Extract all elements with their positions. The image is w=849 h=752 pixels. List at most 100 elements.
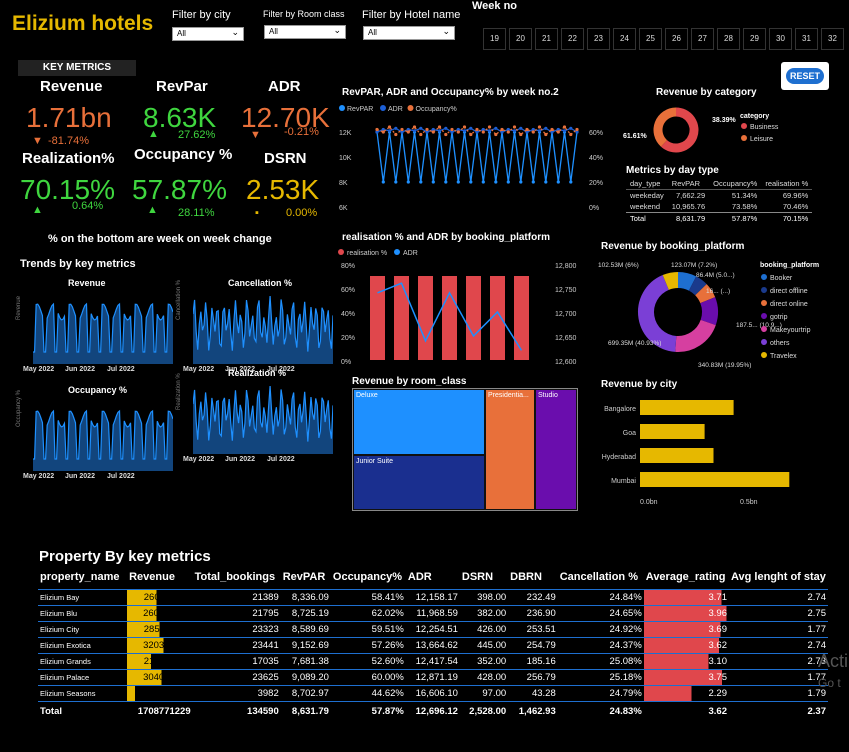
table-cell: 59.51% (330, 621, 406, 638)
week-button-22[interactable]: 22 (561, 28, 584, 50)
legend-label: Leisure (750, 136, 773, 143)
y-tick-right: 12,650 (555, 335, 577, 342)
series-point (519, 126, 523, 130)
y-tick-left: 6K (339, 205, 348, 212)
week-button-29[interactable]: 29 (743, 28, 766, 50)
week-button-27[interactable]: 27 (691, 28, 714, 50)
treemap-cell-2[interactable]: Presidentia... (485, 389, 535, 510)
series-point (419, 180, 423, 184)
legend-label: realisation % (347, 250, 387, 257)
legend-label: Travelex (770, 353, 797, 360)
series-point (437, 129, 442, 133)
series-point (375, 127, 379, 132)
trend-xtick: May 2022 (23, 366, 55, 373)
table-row: Elizium City 285811939 23323 8,589.69 59.51%… (38, 621, 828, 638)
week-button-24[interactable]: 24 (613, 28, 636, 50)
watermark-line-2: Go t (818, 676, 841, 690)
series-point (537, 129, 542, 133)
table-cell: 12,696.12 (415, 706, 458, 717)
bar (442, 276, 457, 360)
column-header[interactable]: Avg lenght of stay (729, 569, 828, 590)
table-cell: 1.79 (728, 685, 828, 702)
room-class-filter-dropdown[interactable]: All ⌄ (264, 25, 346, 39)
bar (640, 424, 705, 439)
series-point (469, 126, 473, 130)
week-button-21[interactable]: 21 (535, 28, 558, 50)
adr-change: -0.21% (284, 126, 319, 138)
table-cell: 1.77 (728, 621, 828, 638)
week-button-26[interactable]: 26 (665, 28, 688, 50)
trend-chart-0 (33, 302, 173, 364)
slice-leisure (653, 107, 677, 147)
series-point (537, 125, 542, 129)
series-point (500, 127, 504, 132)
week-button-23[interactable]: 23 (587, 28, 610, 50)
column-header[interactable]: DBRN (508, 569, 558, 590)
city-bar-chart: Bangalore Goa Hyderabad Mumbai 0.0bn 0.5bn (602, 400, 790, 506)
room-class-filter-value: All (269, 27, 278, 36)
column-header[interactable]: Revenue (127, 569, 193, 590)
legend-label: ADR (388, 106, 403, 113)
column-header[interactable]: DSRN (460, 569, 508, 590)
city-filter-dropdown[interactable]: All ⌄ (172, 27, 244, 41)
column-header[interactable]: RevPAR (281, 569, 331, 590)
trend-ylabel-0: Revenue (16, 295, 22, 320)
dsrn-change-marker: ▪ (255, 207, 259, 219)
y-tick-right: 60% (589, 130, 603, 137)
table-cell: weekend (630, 202, 661, 211)
hotel-filter-label: Filter by Hotel name (362, 9, 461, 21)
series-point (475, 127, 479, 132)
table-cell: 260855522 (127, 605, 193, 622)
realization-change-arrow: ▲ (32, 204, 43, 216)
day-type-title: Metrics by day type (626, 165, 719, 176)
wow-note: % on the bottom are week on week change (48, 233, 272, 245)
column-header[interactable]: Average_rating (644, 569, 729, 590)
y-tick-left: 20% (341, 335, 355, 342)
trend-ylabel-3: Realization % (176, 373, 182, 410)
column-header[interactable]: Cancellation % (558, 569, 644, 590)
week-button-19[interactable]: 19 (483, 28, 506, 50)
table-cell: 25.08% (557, 653, 644, 670)
table-cell: 426.00 (459, 621, 509, 638)
table-row: Elizium Bay 260051178 21389 8,336.09 58.41% 1… (38, 589, 828, 606)
table-cell: 9,152.69 (280, 637, 331, 654)
table-cell: 253.51 (508, 621, 558, 638)
series-point (481, 180, 485, 184)
treemap-cell-3[interactable]: Studio (535, 389, 577, 510)
city-filter-label: Filter by city (172, 9, 231, 21)
trend-xtick: Jul 2022 (107, 473, 135, 480)
column-header[interactable]: Total_bookings (193, 569, 281, 590)
table-cell: 24.65% (557, 605, 644, 622)
series-point (394, 180, 398, 184)
weekly-chart-title: RevPAR, ADR and Occupancy% by week no.2 (342, 87, 559, 98)
property-header-row: property_name Revenue Total_bookings RevPAR… (38, 569, 828, 590)
week-button-31[interactable]: 31 (795, 28, 818, 50)
platform-donut-chart: 102.53M (6%) 123.07M (7.2%) 86.4M (5.0...)… (598, 262, 819, 369)
trend-xtick: May 2022 (183, 366, 215, 373)
series-point (569, 180, 573, 184)
week-slicer: 19 20 21 22 23 24 25 26 27 28 29 30 31 32 (483, 28, 844, 50)
revenue-value: 1.71bn (26, 102, 112, 133)
column-header[interactable]: property_name (38, 569, 127, 590)
table-row: Elizium Exotica 320312468 23441 9,152.69 57.… (38, 637, 828, 654)
table-cell: 3.10 (643, 653, 729, 670)
table-cell: 57.87% (709, 212, 762, 224)
column-header[interactable]: ADR (406, 569, 460, 590)
table-cell: 254.79 (508, 637, 558, 654)
week-button-25[interactable]: 25 (639, 28, 662, 50)
table-cell: 256.79 (508, 669, 558, 686)
week-button-30[interactable]: 30 (769, 28, 792, 50)
series-point (562, 129, 567, 133)
table-cell: 3.71 (643, 589, 729, 606)
treemap-cell-0[interactable]: Deluxe (353, 389, 485, 455)
slice-label: 340.83M (19.95%) (698, 362, 751, 369)
treemap-cell-1[interactable]: Junior Suite (353, 455, 485, 510)
week-button-28[interactable]: 28 (717, 28, 740, 50)
legend-marker (338, 249, 344, 255)
reset-button[interactable]: RESET (781, 62, 829, 90)
series-point (456, 180, 460, 184)
week-button-20[interactable]: 20 (509, 28, 532, 50)
week-button-32[interactable]: 32 (821, 28, 844, 50)
column-header[interactable]: Occupancy% (331, 569, 406, 590)
hotel-filter-dropdown[interactable]: All ⌄ (363, 26, 455, 40)
